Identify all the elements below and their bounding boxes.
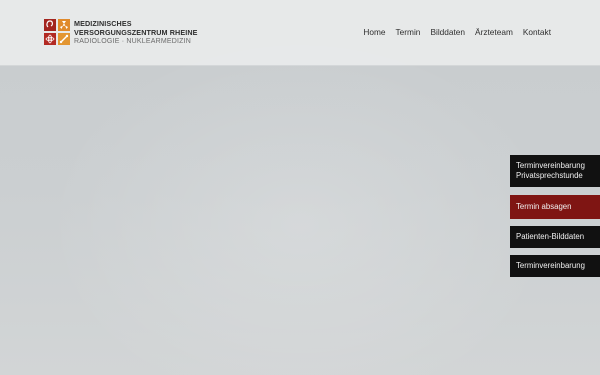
brand-name[interactable]: MEDIZINISCHES VERSORGUNGSZENTRUM RHEINE … (74, 19, 214, 47)
appointment-button[interactable]: Terminvereinbarung (510, 255, 600, 277)
private-appointment-label-1: Terminvereinbarung (516, 161, 585, 170)
radiation-icon (58, 19, 70, 31)
private-appointment-button[interactable]: Terminvereinbarung Privatsprechstunde (510, 155, 600, 187)
logo[interactable] (44, 19, 70, 45)
cancel-appointment-button[interactable]: Termin absagen (510, 195, 600, 219)
bone-icon (58, 33, 70, 45)
brand-tagline: RADIOLOGIE · NUKLEARMEDIZIN (74, 38, 192, 45)
patient-images-button[interactable]: Patienten-Bilddaten (510, 226, 600, 248)
nav-termin[interactable]: Termin (396, 27, 421, 37)
side-action-buttons: Terminvereinbarung Privatsprechstunde Te… (510, 155, 600, 277)
nav-bilddaten[interactable]: Bilddaten (430, 27, 465, 37)
nav-aerzteteam[interactable]: Ärzteteam (475, 27, 513, 37)
brand-line-1: MEDIZINISCHES (74, 19, 132, 28)
atom-icon (44, 33, 56, 45)
nav-home[interactable]: Home (363, 27, 385, 37)
brand-line-2: VERSORGUNGSZENTRUM RHEINE (74, 28, 198, 37)
private-appointment-label-2: Privatsprechstunde (516, 171, 583, 180)
nav-kontakt[interactable]: Kontakt (523, 27, 551, 37)
ear-icon (44, 19, 56, 31)
site-header: MEDIZINISCHES VERSORGUNGSZENTRUM RHEINE … (0, 0, 600, 66)
main-nav: Home Termin Bilddaten Ärzteteam Kontakt (363, 27, 551, 37)
